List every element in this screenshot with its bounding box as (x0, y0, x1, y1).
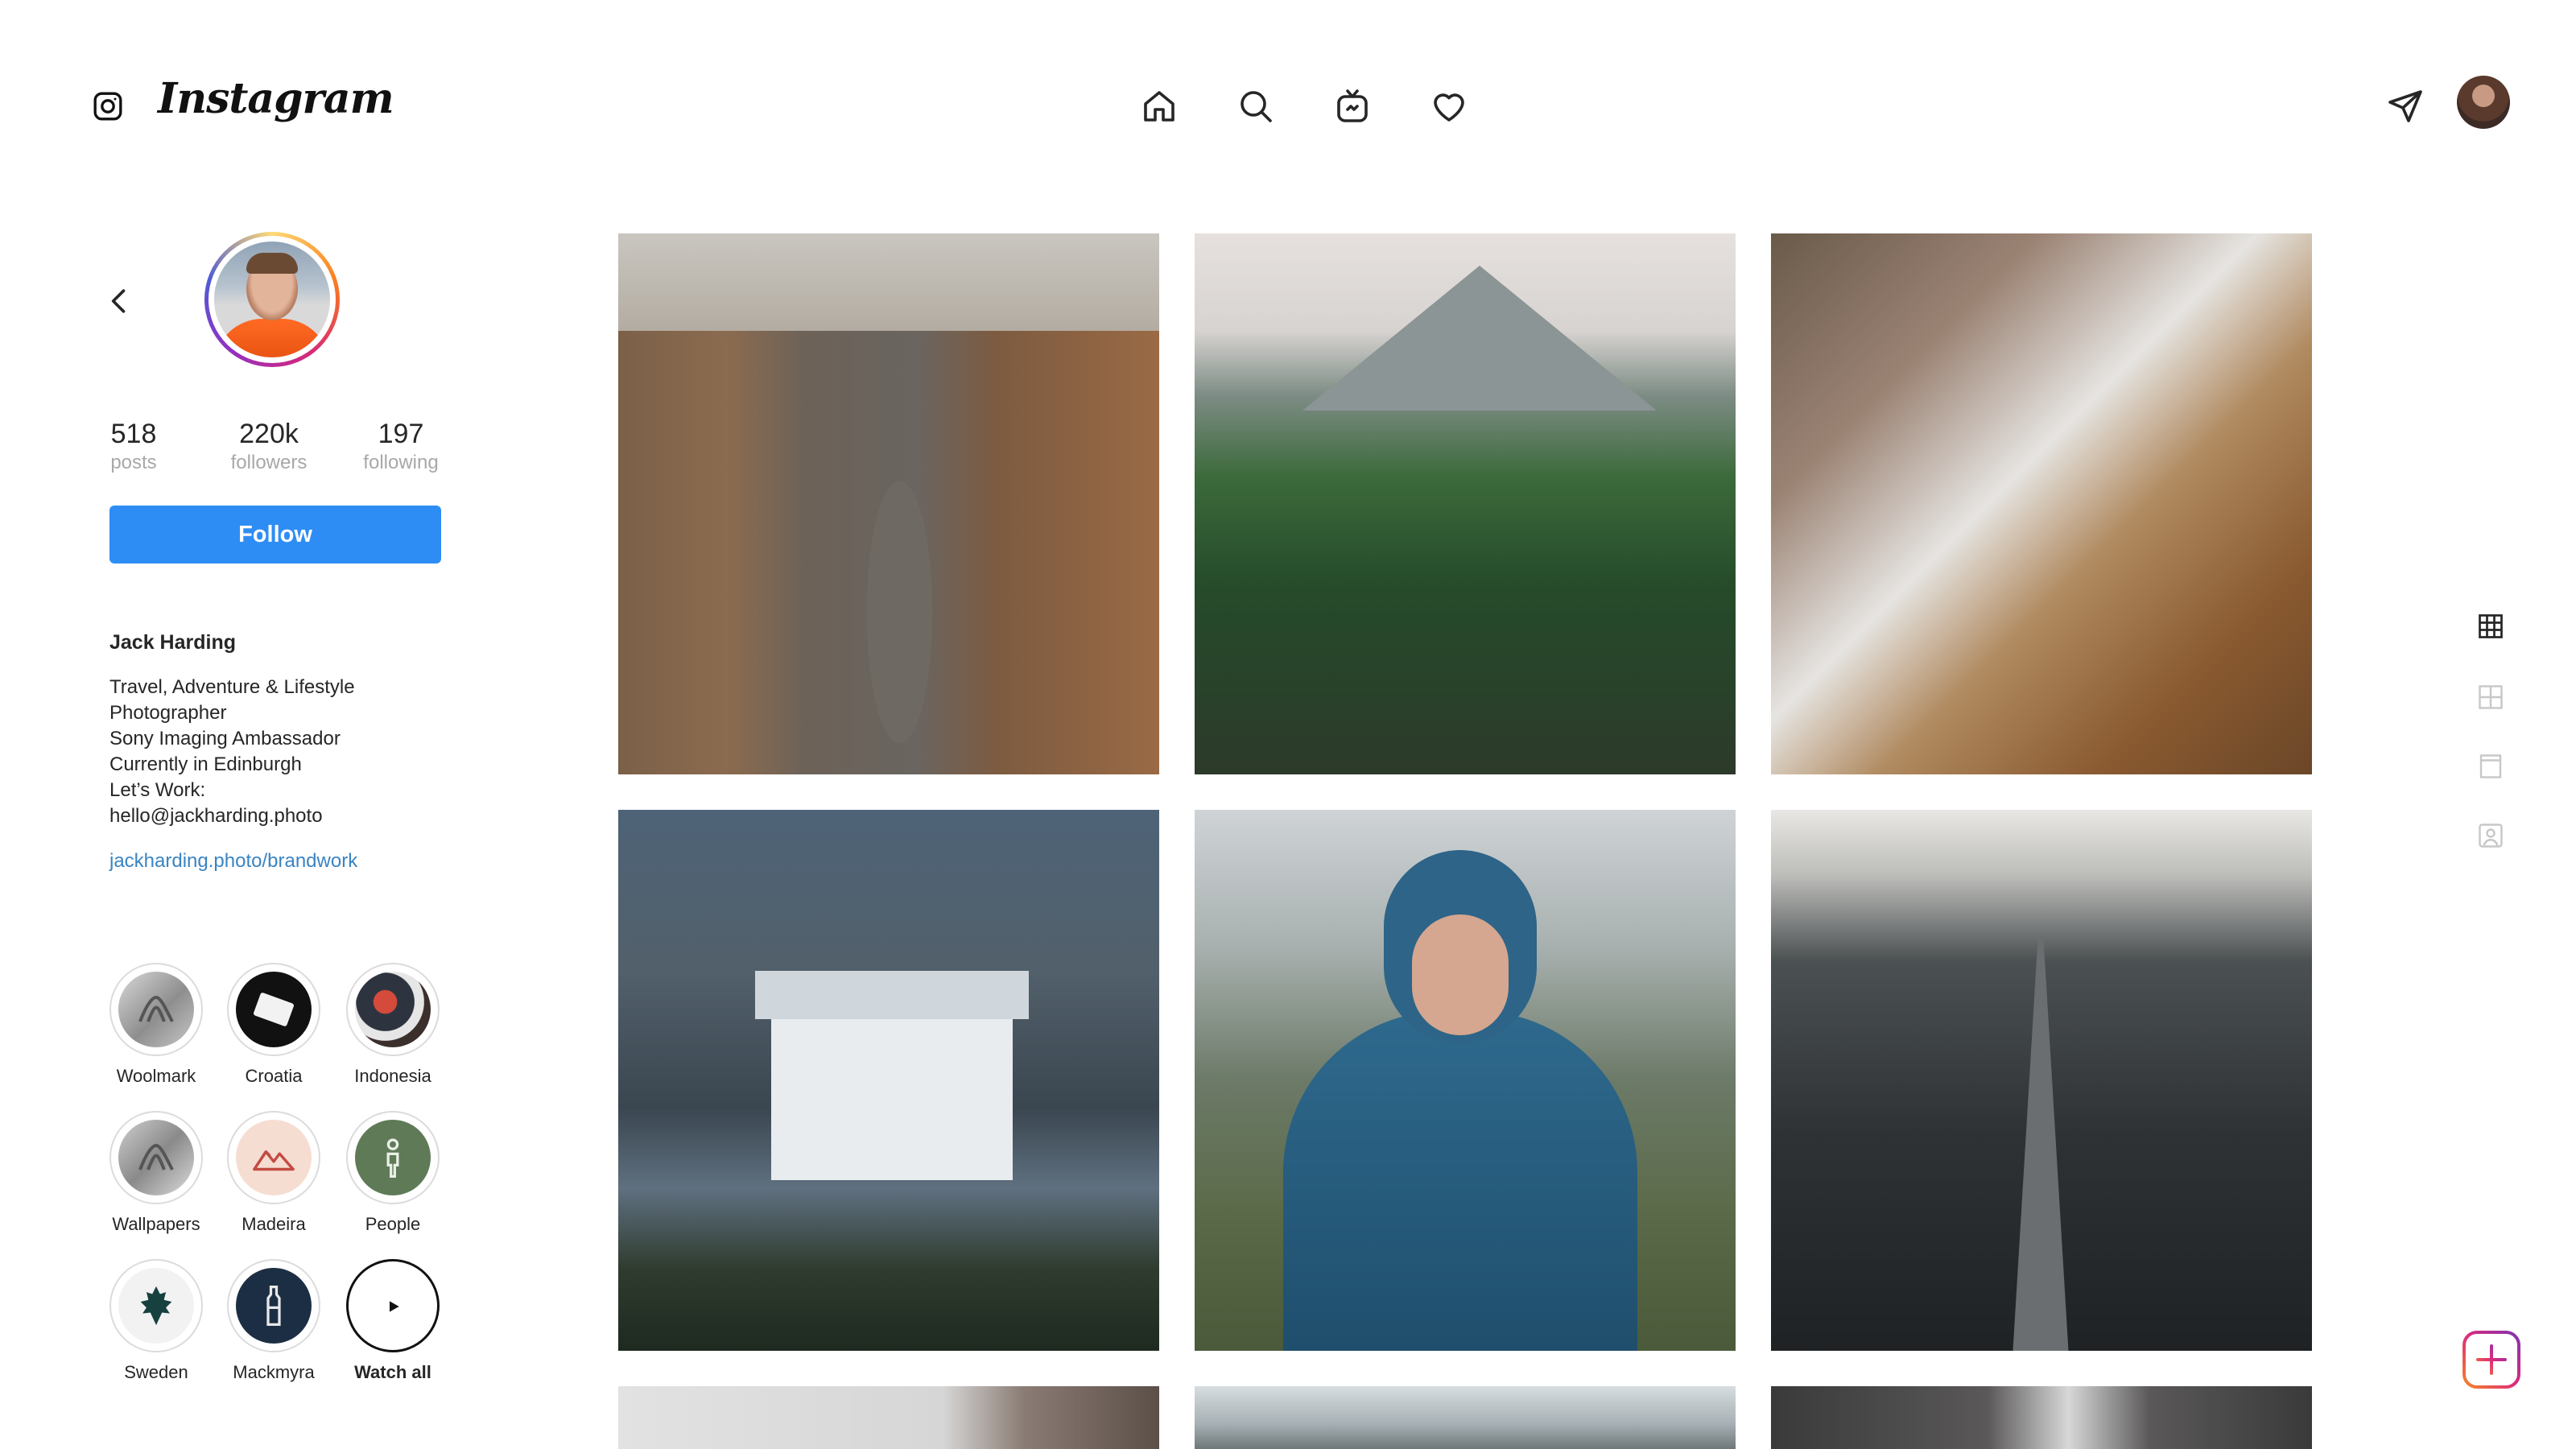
bio-line: Currently in Edinburgh (109, 753, 302, 775)
heart-icon[interactable] (1430, 87, 1468, 126)
stat-value: 220k (239, 419, 299, 449)
profile-link[interactable]: jackharding.photo/brandwork (109, 850, 357, 873)
tagged-icon[interactable] (2476, 821, 2505, 850)
maple-leaf-icon (140, 1286, 172, 1326)
bottle-icon (266, 1286, 281, 1326)
bio-line: Travel, Adventure & Lifestyle (109, 676, 355, 698)
person-icon (386, 1138, 399, 1178)
profile-avatar[interactable] (204, 232, 340, 367)
bio-line: Let’s Work: (109, 779, 206, 801)
highlight-wallpapers[interactable]: Wallpapers (109, 1111, 203, 1235)
grid-post[interactable] (1195, 810, 1736, 1351)
direct-message-icon[interactable] (2386, 87, 2425, 126)
highlight-label: Madeira (242, 1214, 306, 1234)
grid-outline-icon[interactable] (2476, 683, 2505, 712)
grid-post[interactable] (618, 1386, 1159, 1449)
profile-name: Jack Harding (109, 631, 237, 654)
home-icon[interactable] (1140, 87, 1179, 126)
bio-line: Photographer (109, 702, 227, 724)
stat-value: 518 (110, 419, 157, 449)
grid-post[interactable] (1771, 233, 2312, 774)
instagram-glyph-icon[interactable] (92, 90, 124, 122)
highlight-label: Indonesia (354, 1066, 431, 1086)
highlight-label: Sweden (124, 1362, 188, 1382)
highlight-label: People (365, 1214, 421, 1234)
grid-post[interactable] (618, 233, 1159, 774)
highlight-label: Mackmyra (233, 1362, 315, 1382)
grid-post[interactable] (618, 810, 1159, 1351)
stat-followers[interactable]: 220k followers (213, 419, 325, 474)
grid-post[interactable] (1771, 1386, 2312, 1449)
user-avatar[interactable] (2457, 76, 2510, 129)
highlight-label: Woolmark (116, 1066, 196, 1086)
stat-posts[interactable]: 518 posts (77, 419, 190, 474)
highlight-label: Watch all (354, 1362, 431, 1382)
highlight-watch-all[interactable]: Watch all (346, 1259, 440, 1383)
igtv-icon[interactable] (1333, 87, 1372, 126)
back-button[interactable] (101, 283, 137, 319)
highlight-madeira[interactable]: Madeira (227, 1111, 320, 1235)
highlight-indonesia[interactable]: Indonesia (346, 963, 440, 1087)
play-icon (390, 1301, 399, 1312)
search-icon[interactable] (1236, 87, 1275, 126)
grid-post[interactable] (1195, 233, 1736, 774)
profile-bio: Travel, Adventure & Lifestyle Photograph… (109, 675, 464, 829)
highlight-croatia[interactable]: Croatia (227, 963, 320, 1087)
stat-following[interactable]: 197 following (345, 419, 457, 474)
stat-label: posts (110, 452, 157, 473)
instagram-wordmark[interactable]: Instagram (158, 74, 394, 123)
stat-label: following (363, 452, 439, 473)
follow-button[interactable]: Follow (109, 506, 441, 564)
highlight-sweden[interactable]: Sweden (109, 1259, 203, 1383)
stat-label: followers (230, 452, 308, 473)
highlight-mackmyra[interactable]: Mackmyra (227, 1259, 320, 1383)
stat-value: 197 (378, 419, 424, 449)
bio-line: Sony Imaging Ambassador (109, 728, 341, 749)
create-post-button[interactable] (2462, 1330, 2521, 1389)
highlight-people[interactable]: People (346, 1111, 440, 1235)
bio-line: hello@jackharding.photo (109, 805, 323, 827)
highlight-label: Croatia (245, 1066, 303, 1086)
mountain-icon (253, 1150, 295, 1171)
grid-post[interactable] (1771, 810, 2312, 1351)
highlight-label: Wallpapers (112, 1214, 200, 1234)
grid-icon[interactable] (2476, 612, 2505, 641)
grid-post[interactable] (1195, 1386, 1736, 1449)
highlight-woolmark[interactable]: Woolmark (109, 963, 203, 1087)
reels-icon[interactable] (2476, 752, 2505, 781)
